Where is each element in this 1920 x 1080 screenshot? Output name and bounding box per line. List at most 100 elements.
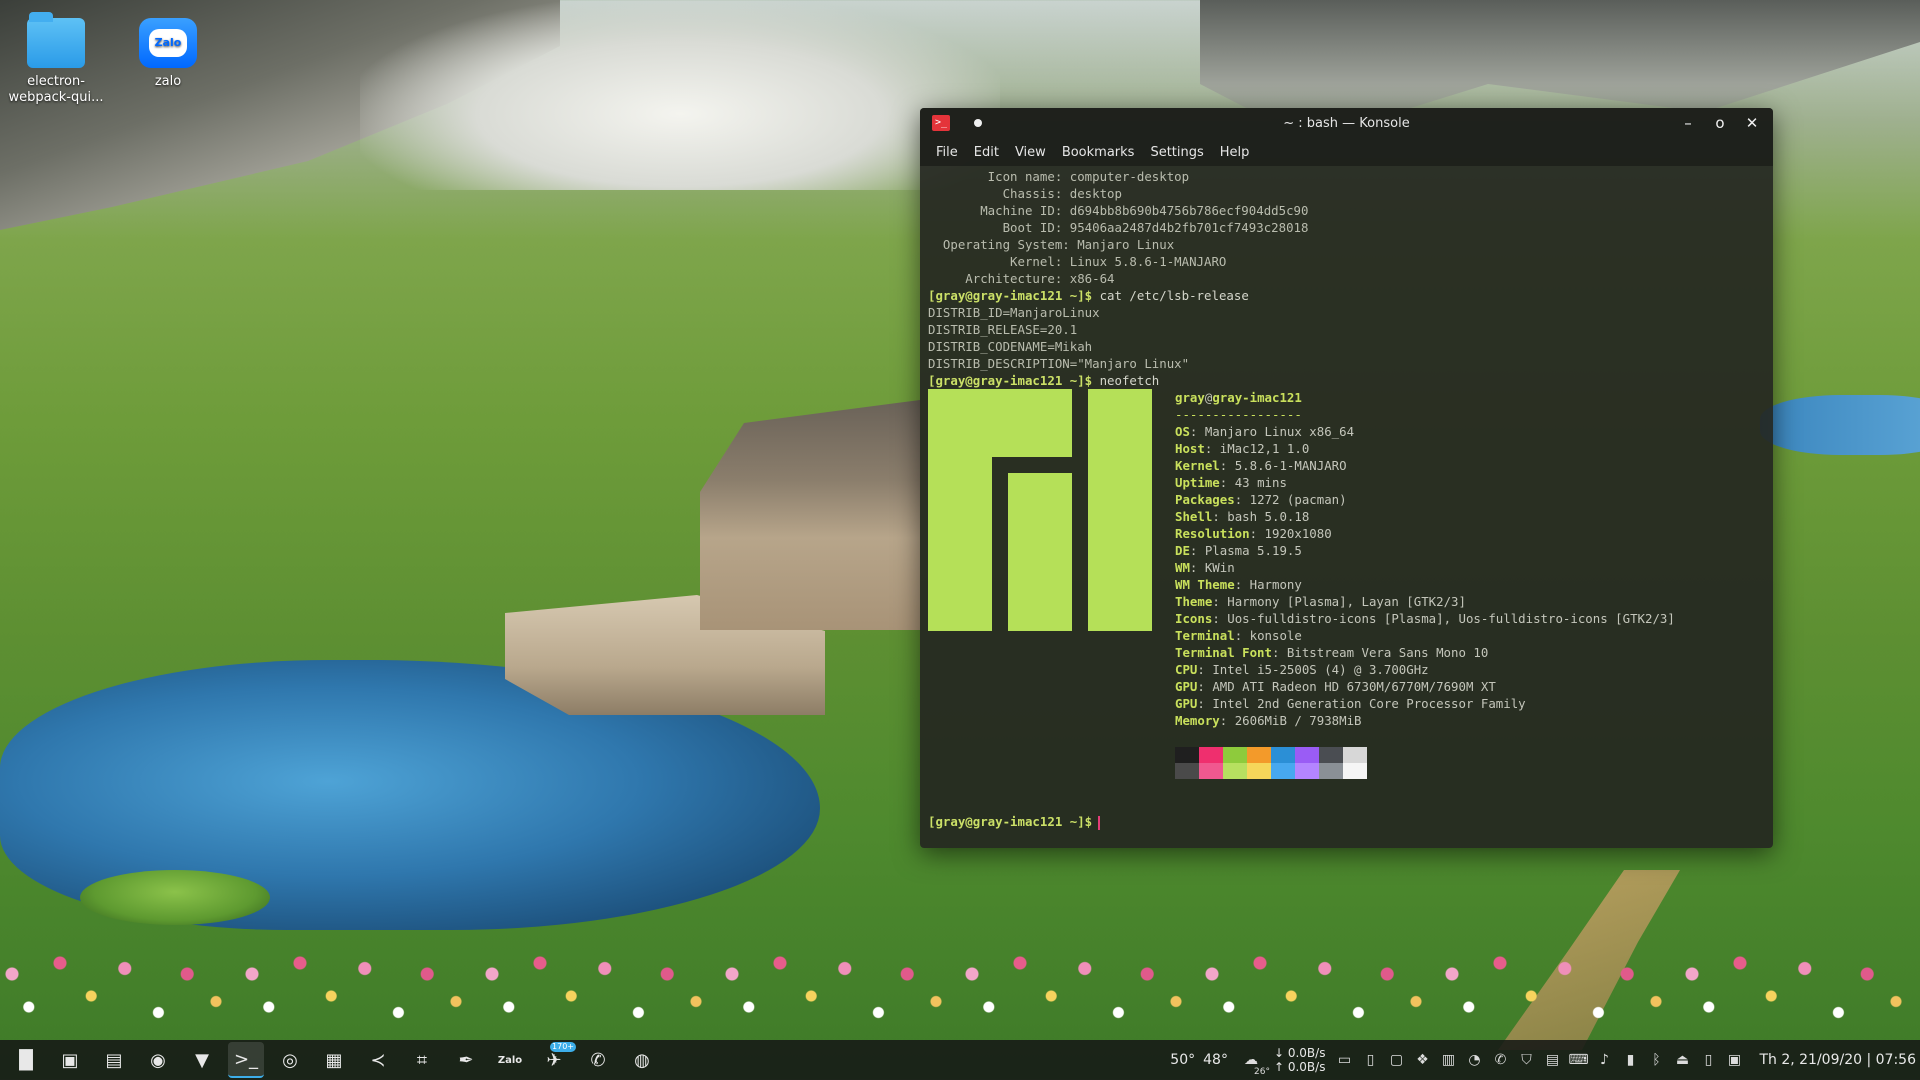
application-launcher-icon: ▐▌ xyxy=(12,1049,40,1071)
neofetch-field: Memory: 2606MiB / 7938MiB xyxy=(1175,713,1362,728)
clock[interactable]: Th 2, 21/09/20 | 07:56 xyxy=(1759,1052,1916,1068)
taskbar-system-monitor-button[interactable]: ▦ xyxy=(316,1042,352,1078)
terminal-output-line: DISTRIB_ID=ManjaroLinux xyxy=(928,305,1100,320)
display-tray-icon[interactable]: ▢ xyxy=(1385,1049,1407,1071)
neofetch-field: Kernel: 5.8.6-1-MANJARO xyxy=(1175,458,1347,473)
neofetch-key: Kernel xyxy=(1175,458,1220,473)
bluetooth-tray-icon[interactable]: ᛒ xyxy=(1645,1049,1667,1071)
inkscape-icon: ✒ xyxy=(458,1049,474,1071)
terminal-area[interactable]: Icon name: computer-desktop Chassis: des… xyxy=(920,166,1773,848)
desktop-icon-label: zalo xyxy=(154,74,182,89)
network-speed[interactable]: ↓ 0.0B/s ↑ 0.0B/s xyxy=(1274,1046,1326,1074)
color-palette xyxy=(1175,747,1675,779)
viber-tray-icon[interactable]: ✆ xyxy=(1489,1049,1511,1071)
folder-tray-icon[interactable]: ▭ xyxy=(1333,1049,1355,1071)
firefox-icon: ◉ xyxy=(150,1049,166,1071)
taskbar-firefox-button[interactable]: ◉ xyxy=(140,1042,176,1078)
file-manager-icon: ▤ xyxy=(105,1049,123,1071)
clipboard-tray-icon[interactable]: ▤ xyxy=(1541,1049,1563,1071)
manjaro-logo-icon xyxy=(928,389,1175,631)
taskbar-telegram-button[interactable]: ✈ 170+ xyxy=(536,1042,576,1078)
taskbar-file-manager-button[interactable]: ▤ xyxy=(96,1042,132,1078)
menu-view[interactable]: View xyxy=(1007,145,1054,160)
usb-tray-icon[interactable]: ⏏ xyxy=(1671,1049,1693,1071)
neofetch-field: Host: iMac12,1 1.0 xyxy=(1175,441,1310,456)
terminal-input-line[interactable]: [gray@gray-imac121 ~]$ xyxy=(928,813,1765,830)
menu-bookmarks[interactable]: Bookmarks xyxy=(1054,145,1143,160)
neofetch-key: Uptime xyxy=(1175,475,1220,490)
taskbar-screenshot-crop-button[interactable]: ⌗ xyxy=(404,1042,440,1078)
volume-tray-icon[interactable]: ♪ xyxy=(1593,1049,1615,1071)
desktop-icon-electron-folder[interactable]: electron- webpack-qui... xyxy=(6,12,106,106)
viber-icon: ✆ xyxy=(590,1049,606,1071)
neofetch-value: 43 mins xyxy=(1234,475,1287,490)
shell-command: cat /etc/lsb-release xyxy=(1092,288,1249,303)
dropbox-tray-icon[interactable]: ❖ xyxy=(1411,1049,1433,1071)
taskbar-application-launcher-button[interactable]: ▐▌ xyxy=(8,1042,44,1078)
palette-swatch xyxy=(1319,763,1343,779)
taskbar-chromium-button[interactable]: ◎ xyxy=(272,1042,308,1078)
taskbar-konsole-button[interactable]: >_ xyxy=(228,1042,264,1078)
taskbar-show-desktop-button[interactable]: ▣ xyxy=(52,1042,88,1078)
window-titlebar[interactable]: >_ ~ : bash — Konsole – o ✕ xyxy=(920,108,1773,138)
gpu-temp-readout[interactable]: 48° xyxy=(1203,1052,1228,1068)
menu-file[interactable]: File xyxy=(928,145,966,160)
neofetch-field: Packages: 1272 (pacman) xyxy=(1175,492,1347,507)
taskbar: ▐▌ ▣ ▤ ◉ ▼ >_ ◎ ▦ ≺ ⌗ ✒ Zalo ✈ 170+ ✆ ◍ 50° 48° ☁ 26° ↓ … xyxy=(0,1040,1920,1080)
weather-icon[interactable]: ☁ 26° xyxy=(1236,1049,1270,1077)
shell-prompt: [gray@gray-imac121 ~]$ xyxy=(928,288,1093,303)
taskbar-viber-button[interactable]: ✆ xyxy=(580,1042,616,1078)
notifications-tray-icon[interactable]: ▣ xyxy=(1723,1049,1745,1071)
chromium-icon: ◎ xyxy=(282,1049,298,1071)
window-title: ~ : bash — Konsole xyxy=(1283,115,1410,131)
neofetch-key: GPU xyxy=(1175,679,1198,694)
neofetch-value: Plasma 5.19.5 xyxy=(1204,543,1302,558)
chrome-icon: ◍ xyxy=(634,1049,650,1071)
neofetch-value: iMac12,1 1.0 xyxy=(1219,441,1310,456)
network-tray-icon[interactable]: ◔ xyxy=(1463,1049,1485,1071)
neofetch-value: Bitstream Vera Sans Mono 10 xyxy=(1286,645,1489,660)
desktop-icon-label: electron- webpack-qui... xyxy=(8,74,104,105)
keyboard-tray-icon[interactable]: ⌨ xyxy=(1567,1049,1589,1071)
terminal-output-line: DISTRIB_RELEASE=20.1 xyxy=(928,322,1078,337)
konsole-app-icon[interactable]: >_ xyxy=(932,115,950,131)
menu-edit[interactable]: Edit xyxy=(966,145,1007,160)
desktop-icon-zalo[interactable]: Zalo zalo xyxy=(118,18,218,90)
taskbar-brave-button[interactable]: ▼ xyxy=(184,1042,220,1078)
upload-arrow-icon: ↑ xyxy=(1273,1060,1285,1074)
cpu-temp-readout[interactable]: 50° xyxy=(1170,1052,1195,1068)
terminal-output-line: Machine ID: d694bb8b690b4756b786ecf904dd… xyxy=(928,203,1309,218)
shell-prompt: [gray@gray-imac121 ~]$ xyxy=(928,814,1093,829)
wallpaper-flowers xyxy=(0,930,1920,1040)
keep-above-dot-icon[interactable] xyxy=(974,119,982,127)
phone-tray-icon[interactable]: ▯ xyxy=(1697,1049,1719,1071)
brave-icon: ▼ xyxy=(195,1049,209,1071)
neofetch-value: Intel 2nd Generation Core Processor Fami… xyxy=(1212,696,1526,711)
maximize-button[interactable]: o xyxy=(1711,114,1729,132)
neofetch-field: DE: Plasma 5.19.5 xyxy=(1175,543,1302,558)
neofetch-user-host: gray@gray-imac121 xyxy=(1175,390,1302,405)
minimize-button[interactable]: – xyxy=(1679,114,1697,132)
telegram-icon: ✈ xyxy=(546,1049,562,1071)
system-monitor-tray-icon[interactable]: ▥ xyxy=(1437,1049,1459,1071)
neofetch-field: GPU: Intel 2nd Generation Core Processor… xyxy=(1175,696,1526,711)
system-monitor-icon: ▦ xyxy=(325,1049,343,1071)
zalo-icon: Zalo xyxy=(497,1054,523,1066)
download-speed: 0.0B/s xyxy=(1287,1046,1326,1060)
show-desktop-icon: ▣ xyxy=(61,1049,79,1071)
trash-tray-icon[interactable]: ▯ xyxy=(1359,1049,1381,1071)
taskbar-inkscape-button[interactable]: ✒ xyxy=(448,1042,484,1078)
taskbar-vscode-button[interactable]: ≺ xyxy=(360,1042,396,1078)
konsole-window[interactable]: >_ ~ : bash — Konsole – o ✕ File Edit Vi… xyxy=(920,108,1773,848)
neofetch-key: Packages xyxy=(1175,492,1235,507)
menu-settings[interactable]: Settings xyxy=(1142,145,1211,160)
battery-tray-icon[interactable]: ▮ xyxy=(1619,1049,1641,1071)
menu-help[interactable]: Help xyxy=(1212,145,1258,160)
neofetch-key: DE xyxy=(1175,543,1190,558)
security-tray-icon[interactable]: ⛉ xyxy=(1515,1049,1537,1071)
close-button[interactable]: ✕ xyxy=(1743,114,1761,132)
palette-swatch xyxy=(1271,747,1295,763)
neofetch-field: Terminal: konsole xyxy=(1175,628,1302,643)
taskbar-chrome-button[interactable]: ◍ xyxy=(624,1042,660,1078)
taskbar-zalo-button[interactable]: Zalo xyxy=(492,1042,528,1078)
